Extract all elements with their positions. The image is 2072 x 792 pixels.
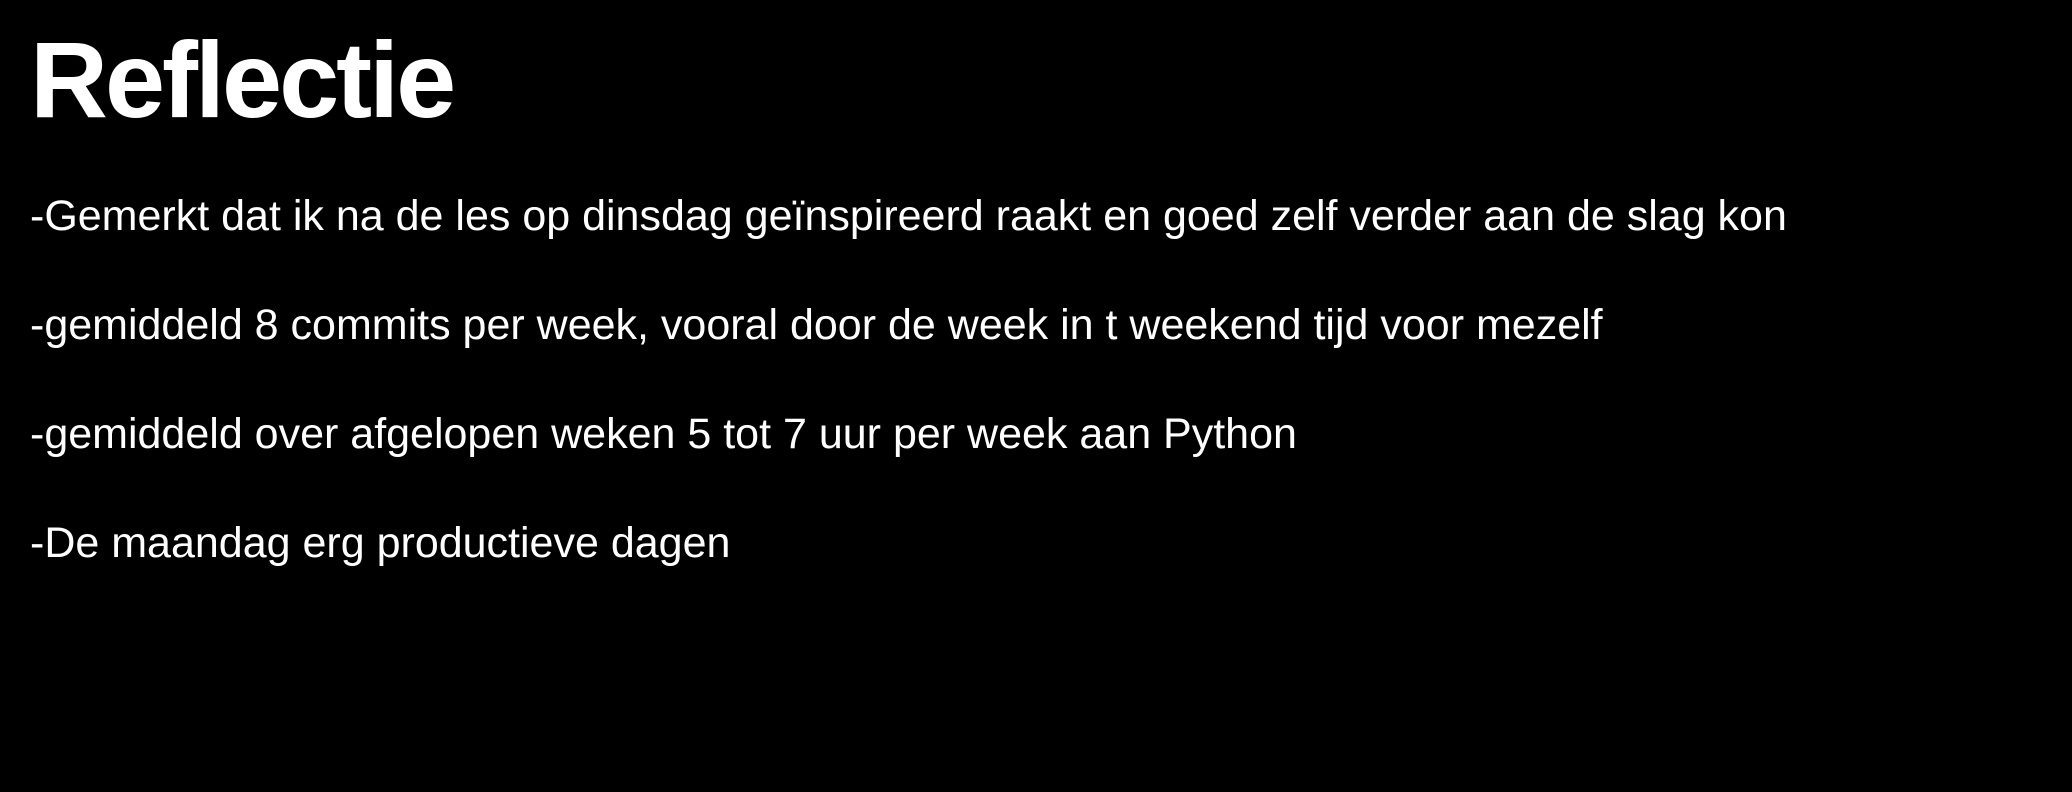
- bullet-list: -Gemerkt dat ik na de les op dinsdag geï…: [30, 190, 1787, 626]
- presentation-slide: Reflectie -Gemerkt dat ik na de les op d…: [0, 0, 2072, 792]
- bullet-item: -De maandag erg productieve dagen: [30, 519, 731, 567]
- bullet-item: -Gemerkt dat ik na de les op dinsdag geï…: [30, 192, 1787, 240]
- bullet-item: -gemiddeld over afgelopen weken 5 tot 7 …: [30, 410, 1297, 458]
- bullet-item: -gemiddeld 8 commits per week, vooral do…: [30, 301, 1603, 349]
- slide-title: Reflectie: [30, 19, 456, 140]
